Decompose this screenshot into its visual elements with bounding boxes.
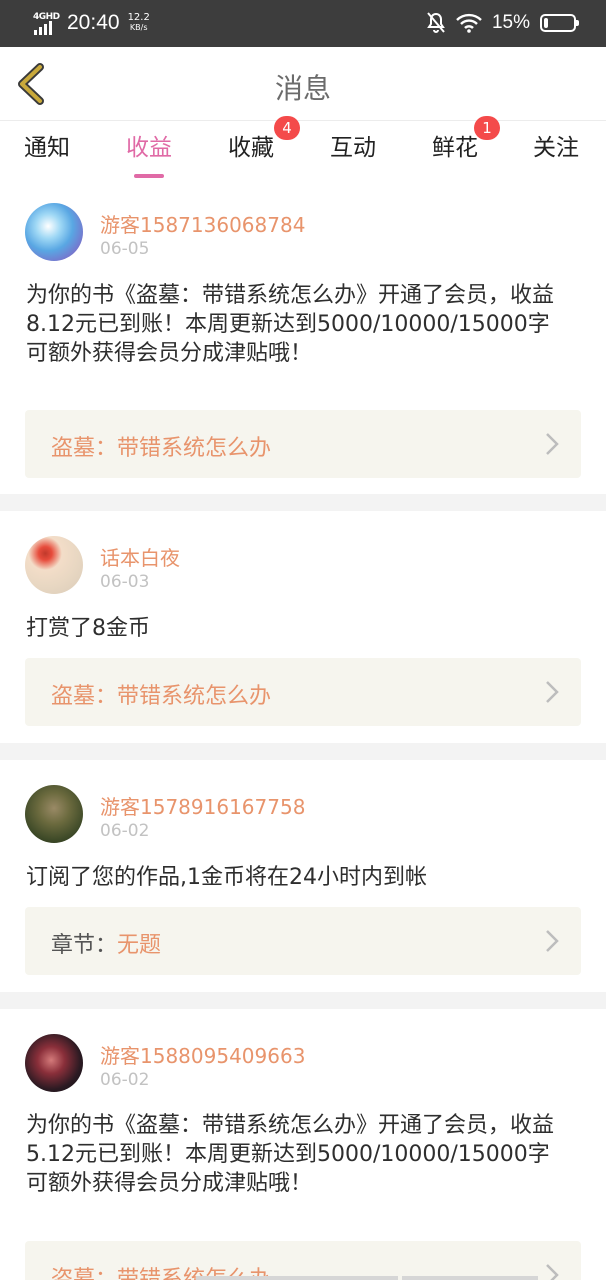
status-bar: 4GHD 20:40 12.2 KB/s 15%	[0, 0, 606, 47]
tab-label: 收藏	[228, 135, 274, 161]
battery-fill	[544, 18, 548, 28]
tab-following[interactable]: 关注	[533, 128, 579, 172]
book-link[interactable]: 盗墓：带错系统怎么办	[25, 658, 581, 726]
message-card: 游客1587136068784 06-05 为你的书《盗墓：带错系统怎么办》开通…	[0, 178, 606, 494]
clock: 20:40	[67, 11, 120, 34]
chapter-link-label: 章节：无题	[51, 927, 161, 959]
battery-icon	[540, 14, 579, 32]
page-title: 消息	[274, 72, 331, 105]
scroll-indicator	[196, 1276, 398, 1280]
tab-earnings[interactable]: 收益	[126, 128, 172, 178]
link-title: 盗墓：带错系统怎么办	[51, 684, 272, 709]
tab-label: 收益	[126, 135, 172, 161]
mute-bell-icon	[427, 12, 445, 33]
message-date: 06-03	[100, 572, 150, 592]
message-card: 游客1588095409663 06-02 为你的书《盗墓：带错系统怎么办》开通…	[0, 1009, 606, 1280]
chevron-right-icon	[546, 930, 559, 952]
username[interactable]: 游客1587136068784	[100, 209, 305, 238]
book-link-label: 盗墓：带错系统怎么办	[51, 678, 271, 710]
tab-label: 互动	[330, 135, 376, 161]
message-date: 06-05	[100, 239, 150, 259]
scroll-indicator	[402, 1276, 538, 1280]
link-title: 无题	[117, 933, 162, 958]
speed-value: 12.2	[127, 12, 150, 23]
tab-bar: 通知 收益 收藏 4 互动 鲜花 1 关注	[0, 116, 606, 178]
book-link[interactable]: 盗墓：带错系统怎么办	[25, 1241, 581, 1280]
book-link[interactable]: 盗墓：带错系统怎么办	[25, 410, 581, 478]
tab-label: 关注	[533, 135, 579, 161]
battery-percent: 15%	[491, 12, 530, 33]
app-header: 消息	[0, 47, 606, 121]
message-date: 06-02	[100, 1070, 150, 1090]
username[interactable]: 游客1588095409663	[100, 1040, 305, 1069]
tab-favorites[interactable]: 收藏 4	[228, 116, 300, 172]
link-prefix: 章节：	[51, 933, 118, 958]
avatar[interactable]	[25, 203, 83, 261]
message-text: 为你的书《盗墓：带错系统怎么办》开通了会员，收益8.12元已到账！本周更新达到5…	[26, 283, 555, 366]
wifi-icon	[456, 13, 482, 33]
message-text: 打赏了8金币	[26, 616, 150, 641]
chevron-right-icon	[546, 681, 559, 703]
message-card: 游客1578916167758 06-02 订阅了您的作品,1金币将在24小时内…	[0, 760, 606, 992]
chapter-link[interactable]: 章节：无题	[25, 907, 581, 975]
tab-flowers[interactable]: 鲜花 1	[432, 116, 500, 172]
card-divider	[0, 494, 606, 511]
chevron-right-icon	[546, 433, 559, 455]
chevron-right-icon	[546, 1264, 559, 1280]
link-title: 盗墓：带错系统怎么办	[51, 436, 272, 461]
tab-label: 鲜花	[432, 135, 478, 161]
username[interactable]: 游客1578916167758	[100, 791, 305, 820]
message-text: 为你的书《盗墓：带错系统怎么办》开通了会员，收益5.12元已到账！本周更新达到5…	[26, 1113, 555, 1196]
tab-label: 通知	[24, 135, 70, 161]
avatar[interactable]	[25, 785, 83, 843]
tab-notifications[interactable]: 通知	[24, 128, 70, 172]
unread-badge: 1	[474, 116, 500, 140]
avatar[interactable]	[25, 1034, 83, 1092]
message-date: 06-02	[100, 821, 150, 841]
status-right: 15%	[426, 8, 579, 38]
status-left: 4GHD 20:40 12.2 KB/s	[33, 8, 150, 38]
username[interactable]: 话本白夜	[100, 542, 180, 571]
tab-interactions[interactable]: 互动	[330, 128, 376, 172]
message-card: 话本白夜 06-03 打赏了8金币 盗墓：带错系统怎么办	[0, 511, 606, 743]
card-divider	[0, 743, 606, 760]
signal-icon: 4GHD	[33, 10, 61, 36]
speed-unit: KB/s	[129, 23, 148, 32]
unread-badge: 4	[274, 116, 300, 140]
message-text: 订阅了您的作品,1金币将在24小时内到帐	[26, 865, 427, 890]
network-speed: 12.2 KB/s	[128, 13, 150, 33]
card-divider	[0, 992, 606, 1009]
book-link-label: 盗墓：带错系统怎么办	[51, 430, 271, 462]
avatar[interactable]	[25, 536, 83, 594]
